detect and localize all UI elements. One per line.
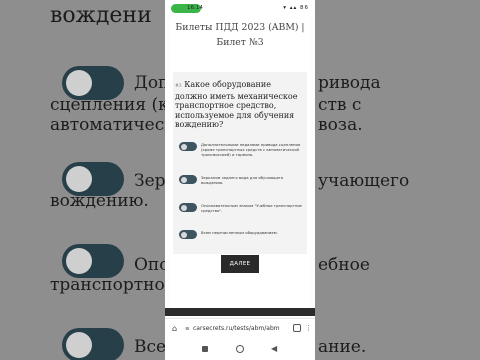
question-number: #3 [175, 84, 182, 89]
system-nav-bar: ◀ [165, 338, 315, 360]
status-time: 16:14 [187, 5, 203, 11]
bg-toggle [62, 328, 124, 360]
bg-text: ание. [318, 337, 367, 357]
status-icons: ▾ ▴▴ 86 [283, 5, 309, 11]
bg-text: ривода [318, 73, 381, 93]
bg-text: транспортное [50, 275, 175, 295]
toggle-switch[interactable] [179, 203, 197, 212]
bg-text: Зер [134, 171, 166, 191]
url-text[interactable]: carsecrets.ru/tests/abm/abm [193, 325, 280, 333]
answer-option-label: Зеркалом заднего вида для обучающего вож… [201, 175, 284, 185]
browser-address-bar[interactable]: ⌂ ≡ carsecrets.ru/tests/abm/abm ⋮ [165, 318, 315, 339]
home-nav-icon[interactable] [236, 345, 244, 353]
back-icon[interactable]: ◀ [271, 344, 277, 354]
home-icon[interactable]: ⌂ [172, 324, 177, 334]
phone-screen: 16:14 ▾ ▴▴ 86 Билеты ПДД 2023 (ABM) | Би… [165, 0, 315, 360]
answer-option-label: Дополнительными педалями привода сцеплен… [201, 142, 301, 157]
question-text: #3 Какое оборудование должно иметь механ… [175, 80, 305, 130]
bg-text: учающего [318, 171, 410, 191]
answer-option-label: Опознавательным знаком "Учебное транспор… [201, 203, 302, 213]
bg-text: сцепления (кр [50, 95, 180, 115]
page-footer-strip [165, 308, 315, 316]
site-info-icon[interactable]: ≡ [185, 325, 190, 333]
tabs-icon[interactable] [293, 324, 301, 332]
answer-option-label: Всем перечисленным оборудованием. [201, 230, 278, 235]
bg-text: ебное [318, 255, 370, 275]
toggle-switch[interactable] [179, 142, 197, 151]
recents-icon[interactable] [202, 346, 208, 352]
bg-text: вождени [50, 3, 152, 28]
toggle-switch[interactable] [179, 175, 197, 184]
bg-toggle [62, 244, 124, 278]
question-label: Какое оборудование должно иметь механиче… [175, 80, 298, 129]
status-bar: 16:14 ▾ ▴▴ 86 [165, 0, 315, 16]
menu-icon[interactable]: ⋮ [305, 323, 312, 333]
page-title: Билеты ПДД 2023 (ABM) | Билет №3 [175, 22, 305, 48]
bg-text: Все [134, 337, 167, 357]
bg-text: вождению. [50, 191, 149, 211]
bg-text: ств с [318, 95, 362, 115]
toggle-switch[interactable] [179, 230, 197, 239]
next-button[interactable]: ДАЛЕЕ [221, 255, 259, 273]
bg-text: автоматическ [50, 115, 175, 135]
bg-text: воза. [318, 115, 363, 135]
